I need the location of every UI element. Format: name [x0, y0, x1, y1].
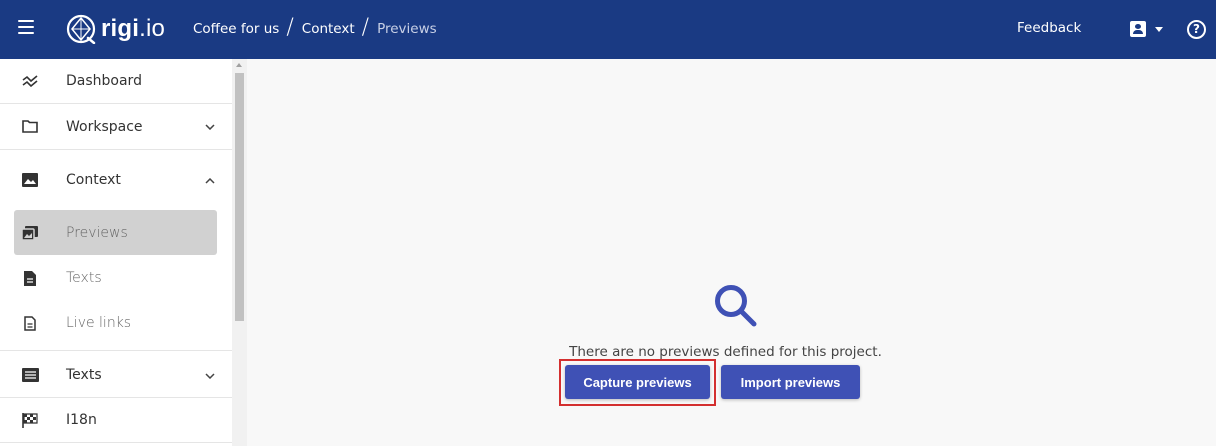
top-bar: rigi.io Coffee for us / Context / Previe…	[0, 0, 1216, 59]
chevron-down-icon	[205, 120, 215, 133]
scrollbar-thumb[interactable]	[235, 73, 244, 321]
sidebar-item-label: I18n	[66, 412, 97, 428]
folder-icon	[21, 118, 39, 136]
account-menu[interactable]	[1130, 21, 1163, 37]
chevron-up-icon	[205, 174, 215, 187]
chevron-down-icon	[205, 369, 215, 382]
sidebar-item-label: Texts	[66, 270, 102, 286]
sidebar-item-label: Dashboard	[66, 73, 142, 89]
divider	[0, 350, 232, 351]
main-content: There are no previews defined for this p…	[247, 59, 1216, 446]
sidebar-item-i18n[interactable]: I18n	[0, 398, 232, 442]
flag-icon	[21, 411, 39, 429]
list-icon	[21, 366, 39, 384]
feedback-link[interactable]: Feedback	[1017, 20, 1081, 36]
sidebar-item-label: Workspace	[66, 118, 143, 135]
logo[interactable]: rigi.io	[66, 13, 165, 45]
image-icon	[21, 171, 39, 189]
trend-icon	[21, 72, 39, 90]
document-outline-icon	[21, 314, 39, 332]
sidebar-item-label: Previews	[66, 224, 128, 241]
empty-state-message: There are no previews defined for this p…	[569, 344, 882, 360]
scroll-up-icon[interactable]	[236, 63, 242, 67]
sidebar-item-texts-section[interactable]: Texts	[0, 353, 232, 397]
logo-text: rigi.io	[101, 15, 166, 42]
sidebar-item-previews[interactable]: Previews	[0, 210, 232, 255]
help-icon[interactable]: ?	[1187, 20, 1206, 39]
caret-down-icon	[1155, 26, 1163, 32]
previews-icon	[21, 224, 39, 242]
divider	[0, 442, 232, 443]
sidebar-item-workspace[interactable]: Workspace	[0, 104, 232, 149]
breadcrumb-separator: /	[361, 15, 370, 40]
menu-icon[interactable]	[18, 20, 36, 38]
search-icon	[715, 285, 757, 327]
sidebar-item-texts[interactable]: Texts	[0, 256, 232, 300]
sidebar-item-label: Context	[66, 172, 121, 188]
document-icon	[21, 269, 39, 287]
import-previews-button[interactable]: Import previews	[721, 365, 860, 399]
breadcrumb: Coffee for us / Context / Previews	[193, 15, 437, 40]
divider	[0, 149, 232, 150]
sidebar-item-dashboard[interactable]: Dashboard	[0, 59, 232, 103]
breadcrumb-project[interactable]: Coffee for us	[193, 21, 279, 37]
sidebar-item-label: Live links	[66, 315, 132, 331]
sidebar: Dashboard Workspace Context Previews Tex…	[0, 59, 232, 446]
sidebar-scrollbar[interactable]	[232, 59, 247, 446]
breadcrumb-context[interactable]: Context	[302, 21, 355, 37]
rigi-logo-icon	[66, 14, 96, 44]
account-icon	[1130, 21, 1146, 37]
sidebar-item-label: Texts	[66, 367, 102, 383]
breadcrumb-separator: /	[286, 15, 294, 40]
breadcrumb-current: Previews	[377, 21, 437, 37]
sidebar-item-live-links[interactable]: Live links	[0, 301, 232, 345]
capture-previews-button[interactable]: Capture previews	[565, 365, 710, 399]
sidebar-item-context[interactable]: Context	[0, 158, 232, 202]
